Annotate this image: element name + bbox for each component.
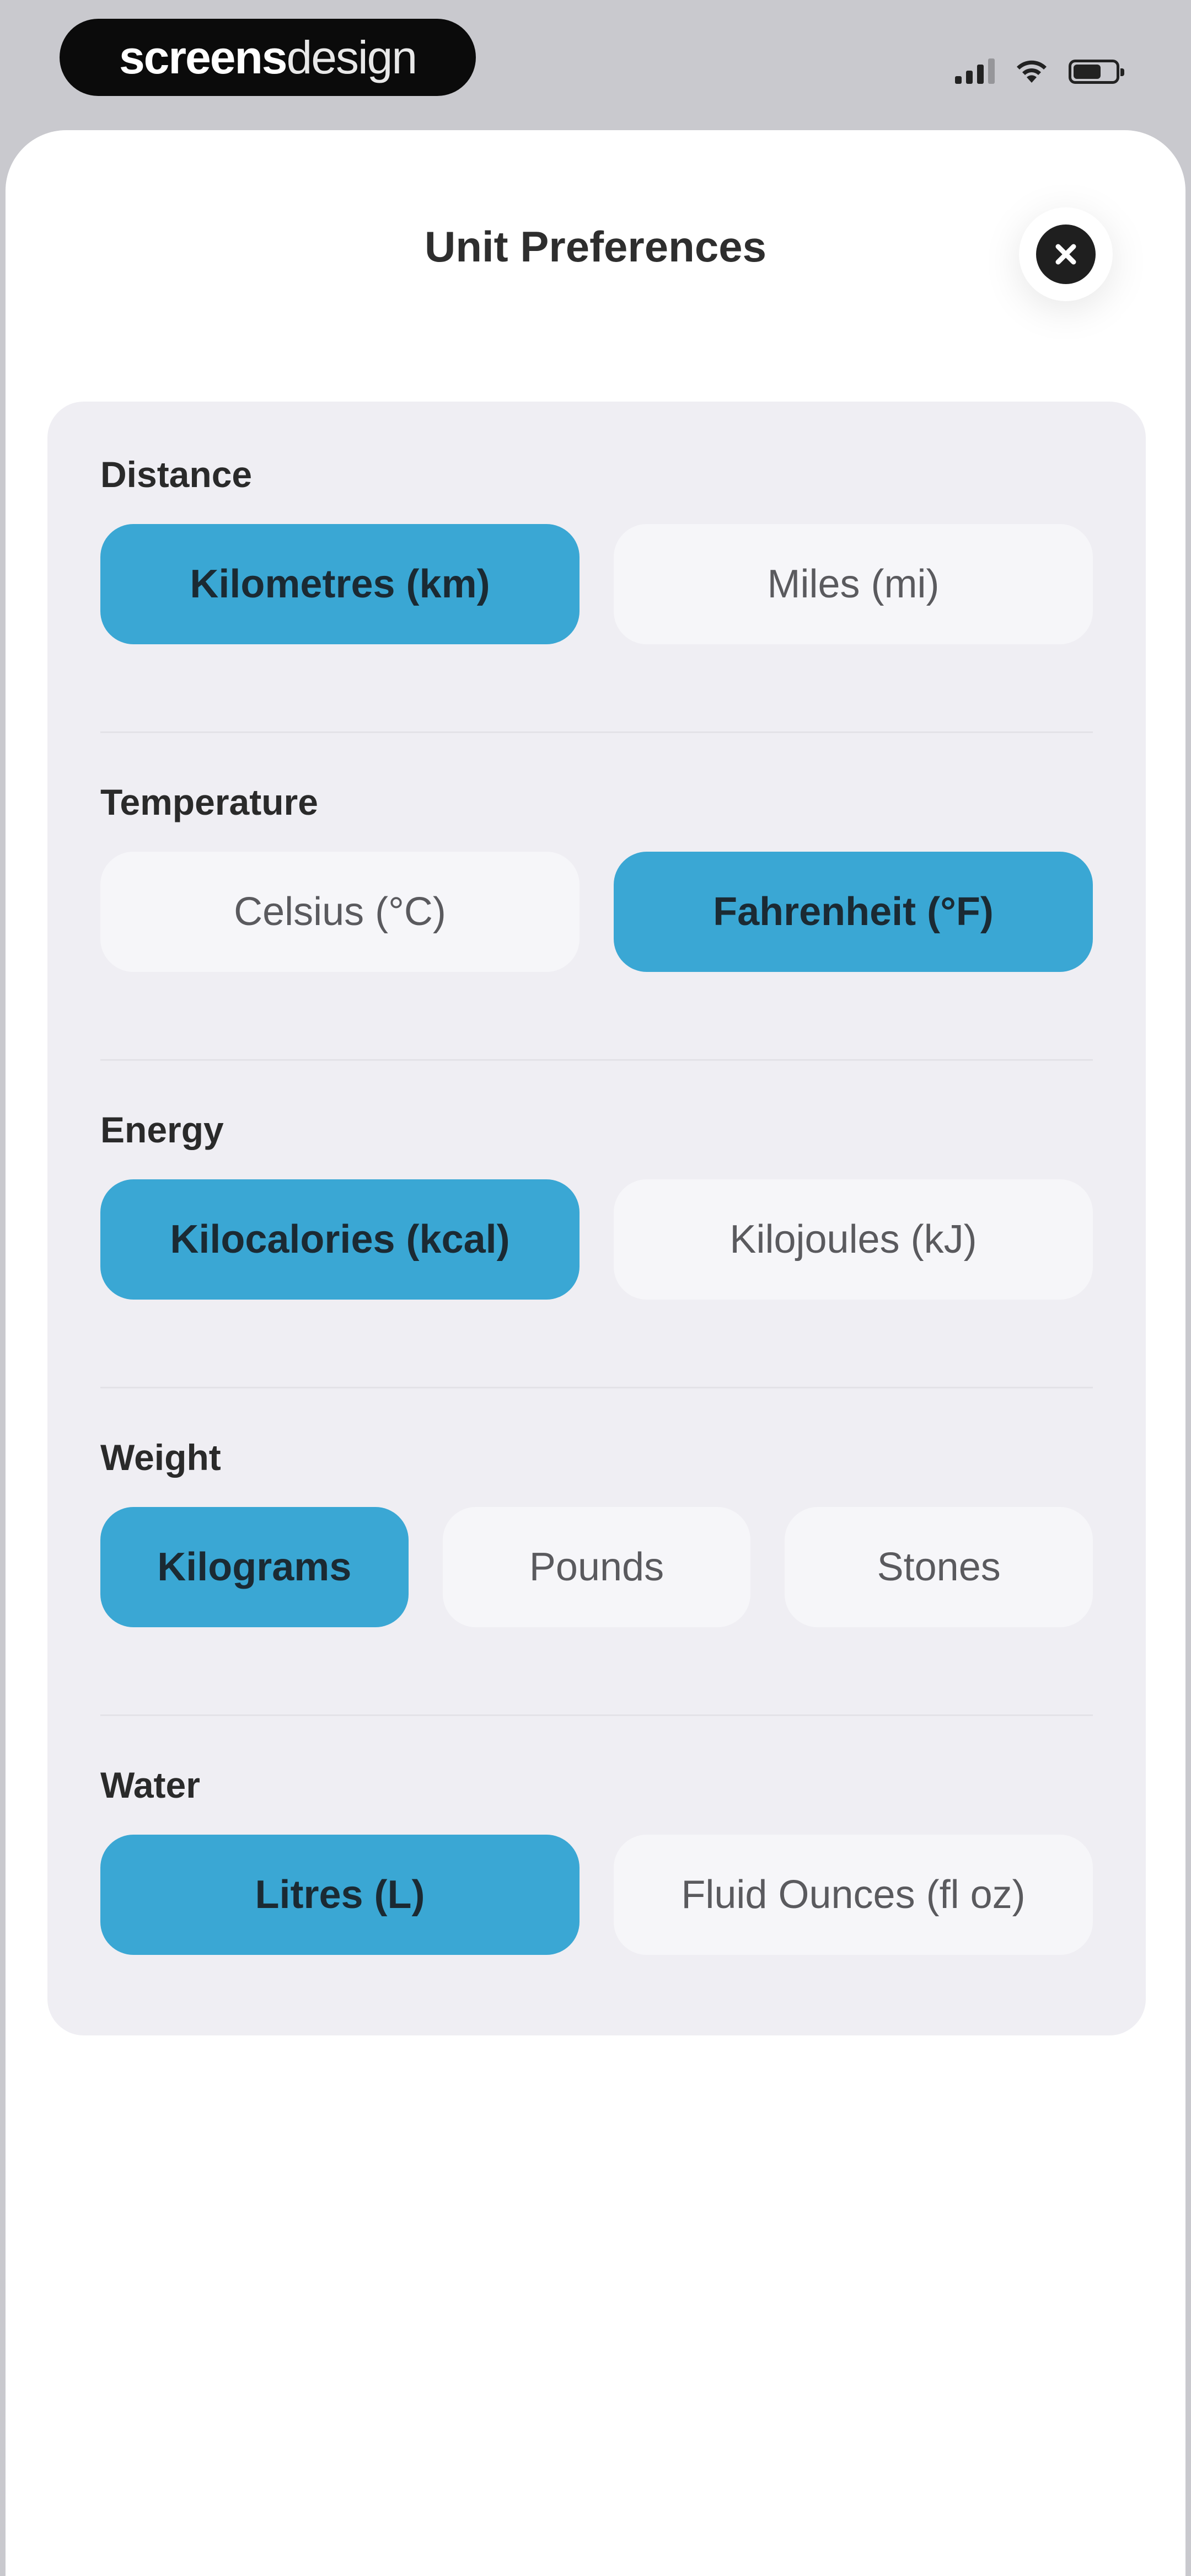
distance-options: Kilometres (km) Miles (mi) (100, 524, 1093, 644)
temperature-options: Celsius (°C) Fahrenheit (°F) (100, 852, 1093, 972)
section-label-water: Water (100, 1765, 200, 1805)
status-icons (955, 51, 1124, 84)
battery-icon (1069, 60, 1124, 84)
option-kilojoules[interactable]: Kilojoules (kJ) (614, 1179, 1093, 1300)
cellular-signal-icon (955, 57, 995, 84)
close-button[interactable] (1019, 207, 1113, 301)
divider (100, 1387, 1093, 1388)
section-label-temperature: Temperature (100, 782, 318, 822)
option-fluid-ounces[interactable]: Fluid Ounces (fl oz) (614, 1835, 1093, 1955)
close-icon (1036, 225, 1096, 284)
weight-options: Kilograms Pounds Stones (100, 1507, 1093, 1627)
watermark-logo: screensdesign (60, 19, 476, 96)
divider (100, 1059, 1093, 1061)
status-bar: screensdesign (0, 0, 1191, 127)
wifi-icon (1017, 60, 1047, 83)
sheet-title: Unit Preferences (425, 222, 766, 271)
preferences-card: Distance Kilometres (km) Miles (mi) Temp… (47, 402, 1146, 2035)
option-kilograms[interactable]: Kilograms (100, 1507, 409, 1627)
option-miles[interactable]: Miles (mi) (614, 524, 1093, 644)
section-label-weight: Weight (100, 1437, 221, 1478)
option-celsius[interactable]: Celsius (°C) (100, 852, 580, 972)
section-label-distance: Distance (100, 454, 253, 495)
watermark-logo-text-light: design (286, 31, 418, 83)
option-litres[interactable]: Litres (L) (100, 1835, 580, 1955)
water-options: Litres (L) Fluid Ounces (fl oz) (100, 1835, 1093, 1955)
energy-options: Kilocalories (kcal) Kilojoules (kJ) (100, 1179, 1093, 1300)
option-stones[interactable]: Stones (785, 1507, 1093, 1627)
divider (100, 731, 1093, 733)
option-fahrenheit[interactable]: Fahrenheit (°F) (614, 852, 1093, 972)
option-kilometres[interactable]: Kilometres (km) (100, 524, 580, 644)
option-pounds[interactable]: Pounds (442, 1507, 751, 1627)
option-kilocalories[interactable]: Kilocalories (kcal) (100, 1179, 580, 1300)
unit-preferences-sheet: Unit Preferences Distance Kilometres (km… (6, 130, 1185, 2576)
section-label-energy: Energy (100, 1109, 224, 1150)
divider (100, 1714, 1093, 1716)
watermark-logo-text-bold: screens (119, 31, 288, 83)
